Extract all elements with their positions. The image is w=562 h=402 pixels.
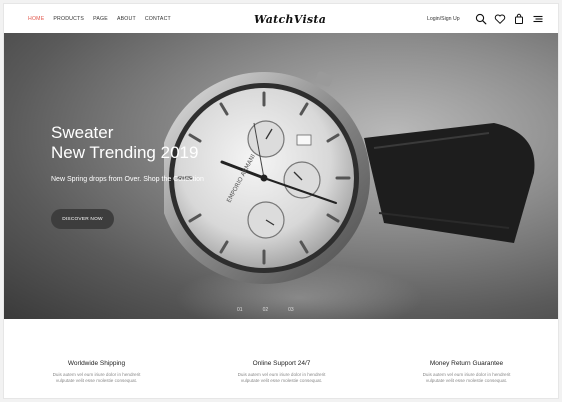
feature-title: Money Return Guarantee (429, 360, 504, 367)
heart-icon[interactable] (494, 12, 506, 24)
site-logo[interactable]: WatchVista (254, 13, 326, 26)
menu-icon[interactable] (532, 12, 544, 24)
nav-page[interactable]: PAGE (93, 16, 108, 22)
features-section: Worldwide Shipping Duis autem vel eum ir… (4, 360, 558, 384)
nav-contact[interactable]: CONTACT (145, 16, 171, 22)
search-icon[interactable] (475, 12, 487, 25)
hero-title-line2: New Trending 2019 (51, 143, 199, 162)
hero-banner: EMPORIO ARMANI Sweater New Trending 2019… (4, 33, 558, 319)
feature-money-return: Money Return Guarantee Duis autem vel eu… (374, 360, 558, 384)
site-header: HOME PRODUCTS PAGE ABOUT CONTACT WatchVi… (4, 4, 558, 34)
feature-title: Online Support 24/7 (252, 360, 311, 367)
watch-image: EMPORIO ARMANI (164, 71, 535, 284)
main-nav: HOME PRODUCTS PAGE ABOUT CONTACT (28, 16, 171, 22)
slider-dot-2[interactable]: 02 (263, 307, 269, 313)
nav-about[interactable]: ABOUT (117, 16, 136, 22)
hero-title: Sweater New Trending 2019 (51, 123, 198, 163)
slider-pagination: 01 02 03 (237, 307, 294, 313)
feature-title: Worldwide Shipping (67, 360, 126, 367)
hero-subtitle: New Spring drops from Over. Shop the Col… (51, 176, 204, 183)
feature-description: Duis autem vel eum iriure dolor in hendr… (52, 372, 141, 383)
bag-icon[interactable] (513, 12, 525, 24)
slider-dot-1[interactable]: 01 (237, 307, 243, 313)
discover-now-button[interactable]: DISCOVER NOW (51, 209, 114, 229)
login-signup-link[interactable]: Login/Sign Up (427, 16, 460, 22)
slider-dot-3[interactable]: 03 (288, 307, 294, 313)
feature-shipping: Worldwide Shipping Duis autem vel eum ir… (4, 360, 189, 384)
feature-description: Duis autem vel eum iriure dolor in hendr… (422, 372, 511, 383)
feature-description: Duis autem vel eum iriure dolor in hendr… (237, 372, 326, 383)
feature-support: Online Support 24/7 Duis autem vel eum i… (189, 360, 374, 384)
page-frame: HOME PRODUCTS PAGE ABOUT CONTACT WatchVi… (3, 3, 559, 399)
nav-home[interactable]: HOME (28, 16, 44, 22)
hero-title-line1: Sweater (51, 123, 114, 142)
nav-products[interactable]: PRODUCTS (53, 16, 84, 22)
header-icons (475, 12, 544, 25)
